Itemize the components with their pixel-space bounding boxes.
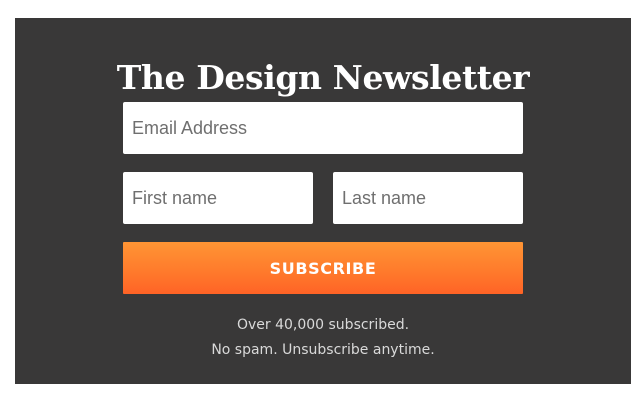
subscribe-button[interactable]: SUBSCRIBE bbox=[123, 242, 523, 294]
no-spam-text: No spam. Unsubscribe anytime. bbox=[211, 342, 435, 358]
subscriber-count-text: Over 40,000 subscribed. bbox=[236, 317, 410, 333]
last-name-input[interactable] bbox=[333, 172, 523, 224]
first-name-input[interactable] bbox=[123, 172, 313, 224]
page: The Design Newsletter SUBSCRIBE Over 40,… bbox=[0, 0, 639, 402]
newsletter-title: The Design Newsletter bbox=[116, 58, 530, 97]
newsletter-signup-panel: The Design Newsletter SUBSCRIBE Over 40,… bbox=[15, 18, 631, 384]
email-address-input[interactable] bbox=[123, 102, 523, 154]
